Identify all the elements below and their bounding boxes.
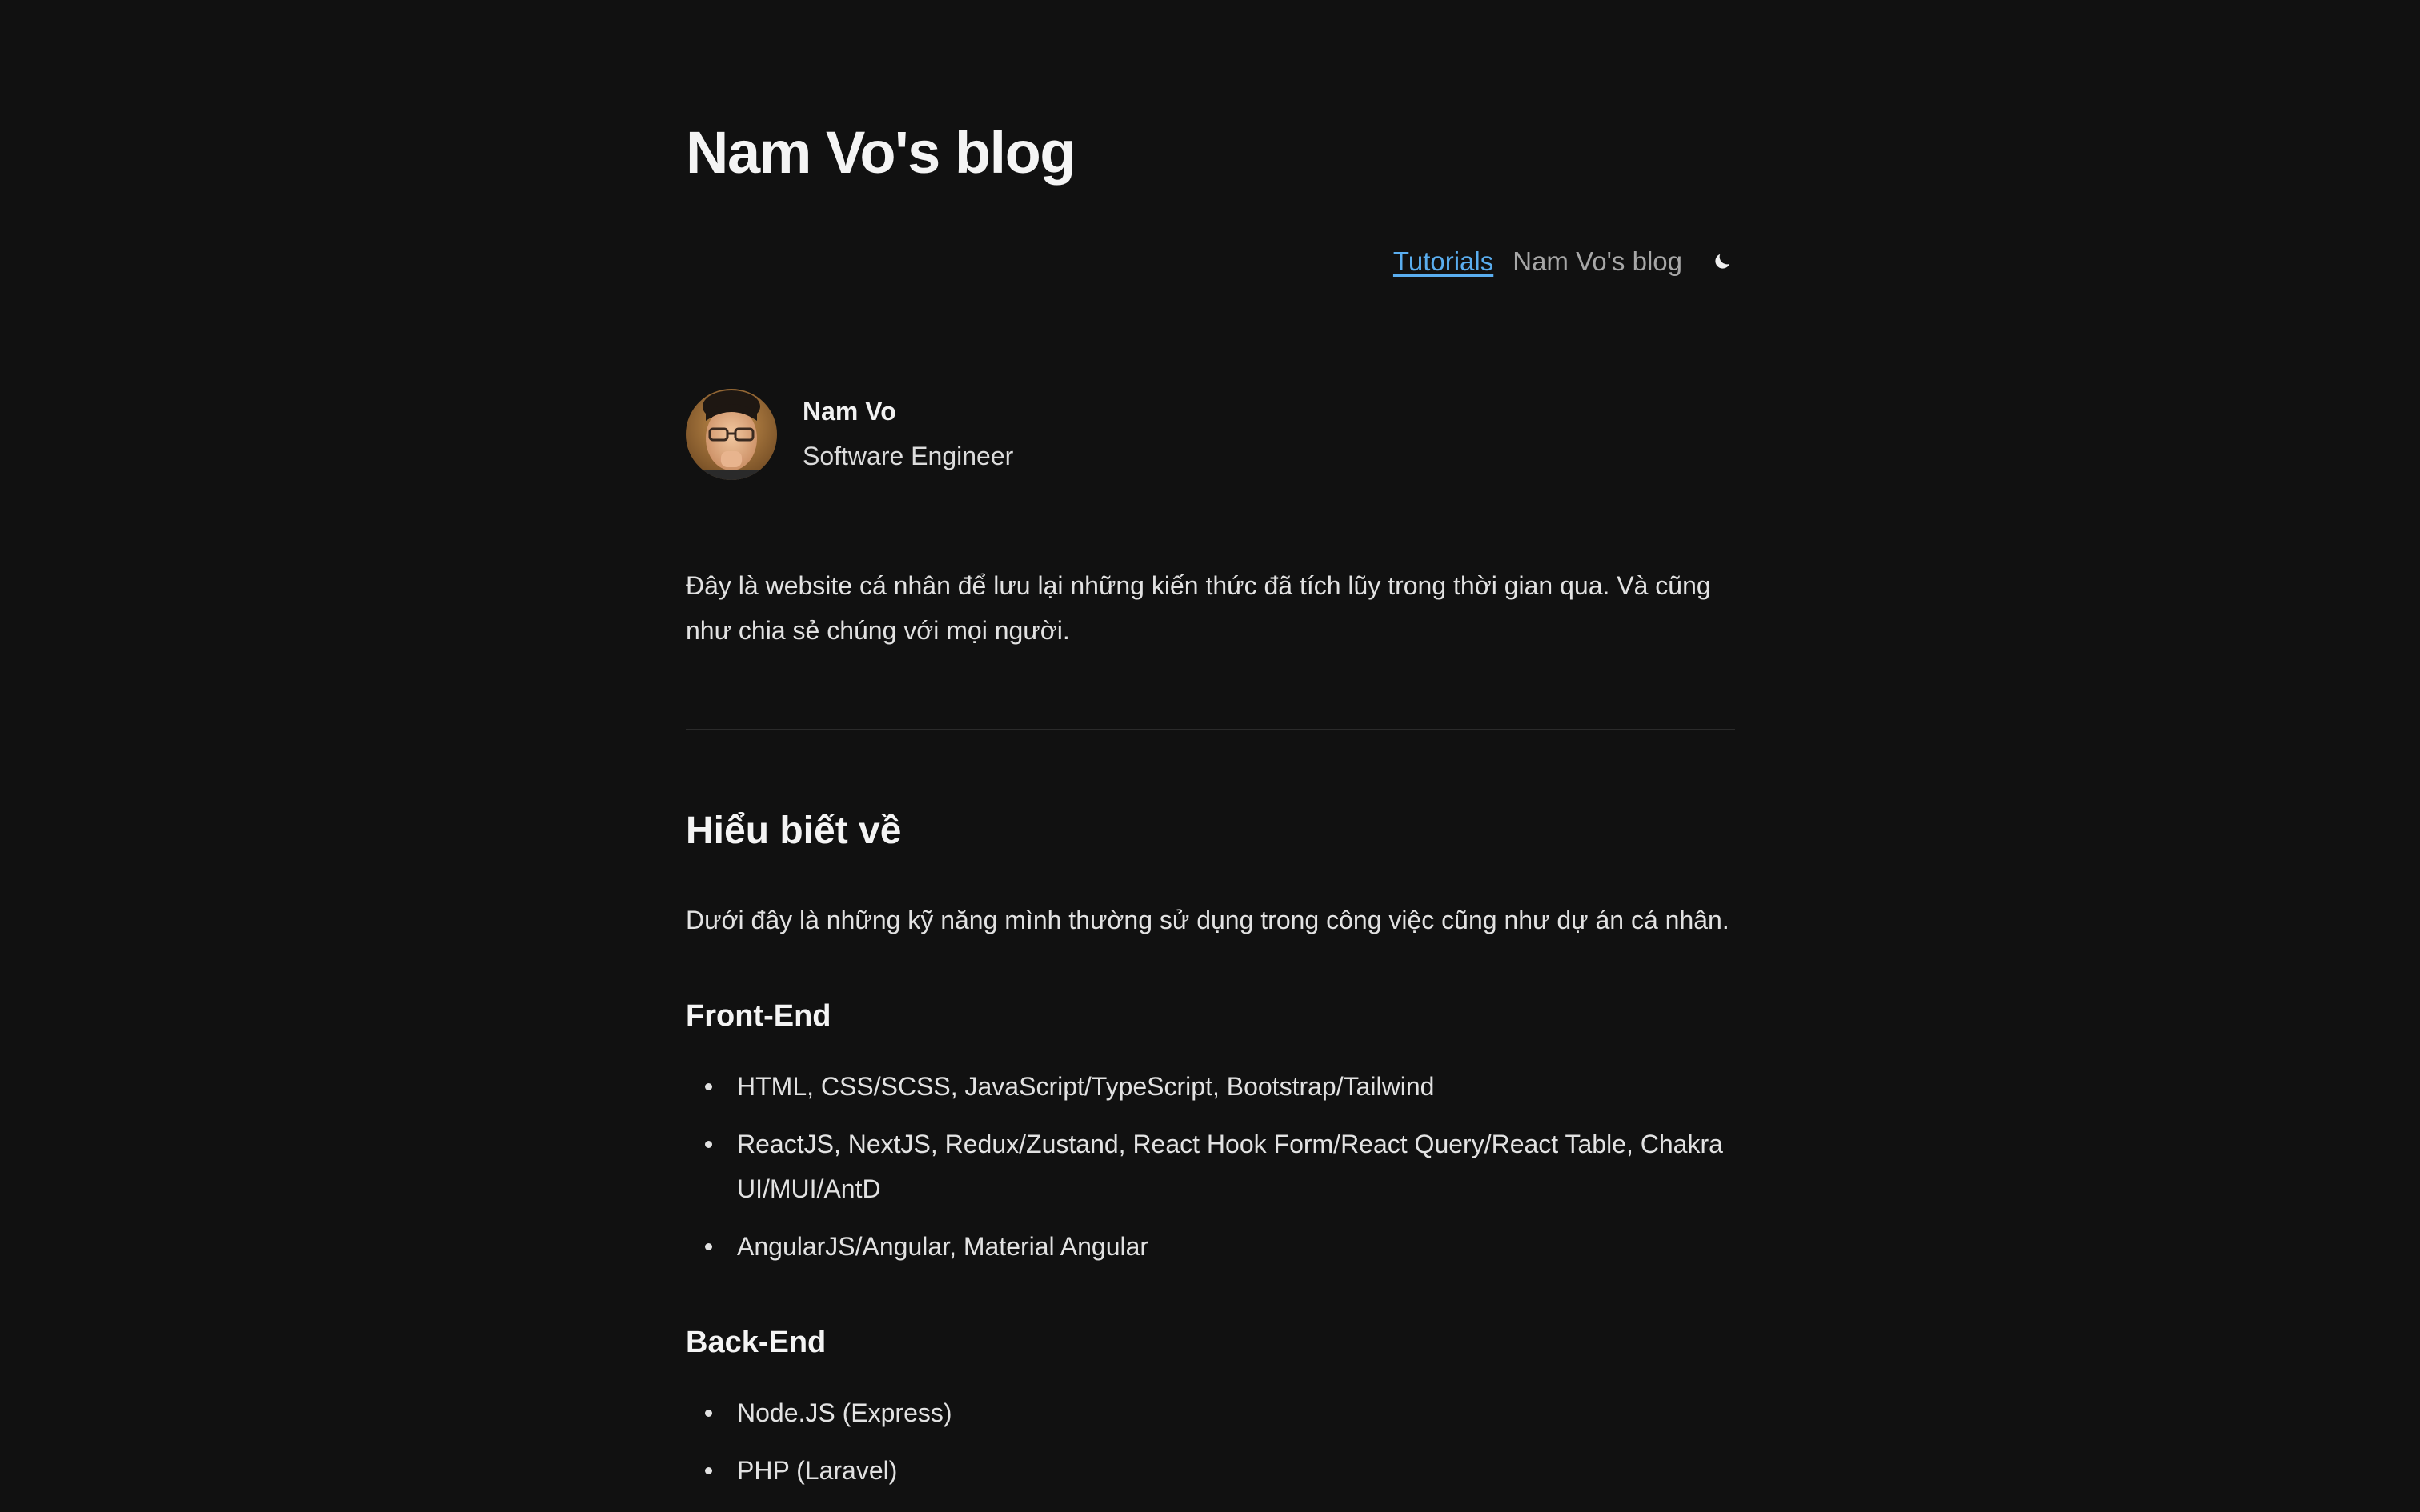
- divider: [686, 729, 1735, 730]
- top-nav: Tutorials Nam Vo's blog: [1393, 246, 1735, 277]
- list-item: ReactJS, NextJS, Redux/Zustand, React Ho…: [686, 1122, 1735, 1211]
- backend-title: Back-End: [686, 1326, 827, 1359]
- moon-icon: [1715, 254, 1730, 269]
- nav-tutorials-link[interactable]: Tutorials: [1393, 246, 1493, 277]
- profile-text: Nam Vo Software Engineer: [803, 390, 1013, 478]
- intro-paragraph: Đây là website cá nhân để lưu lại những …: [686, 571, 1711, 645]
- avatar: [686, 389, 777, 480]
- list-item: Node.JS (Express): [686, 1390, 1735, 1435]
- theme-toggle-button[interactable]: [1709, 249, 1735, 274]
- nav-blog-link[interactable]: Nam Vo's blog: [1512, 246, 1682, 277]
- frontend-title: Front-End: [686, 999, 831, 1033]
- author-name: Nam Vo: [803, 397, 896, 426]
- skills-section-title: Hiểu biết về: [686, 810, 902, 852]
- skills-description: Dưới đây là những kỹ năng mình thường sử…: [686, 906, 1729, 934]
- list-item: PHP (Laravel): [686, 1448, 1735, 1493]
- site-title[interactable]: Nam Vo's blog: [686, 120, 1076, 186]
- list-item: HTML, CSS/SCSS, JavaScript/TypeScript, B…: [686, 1064, 1735, 1109]
- list-item: AngularJS/Angular, Material Angular: [686, 1224, 1735, 1269]
- author-profile: Nam Vo Software Engineer: [686, 389, 1013, 480]
- avatar-image: [686, 389, 777, 480]
- backend-list: Node.JS (Express) PHP (Laravel): [686, 1390, 1735, 1506]
- author-role: Software Engineer: [803, 442, 1014, 470]
- frontend-list: HTML, CSS/SCSS, JavaScript/TypeScript, B…: [686, 1064, 1735, 1282]
